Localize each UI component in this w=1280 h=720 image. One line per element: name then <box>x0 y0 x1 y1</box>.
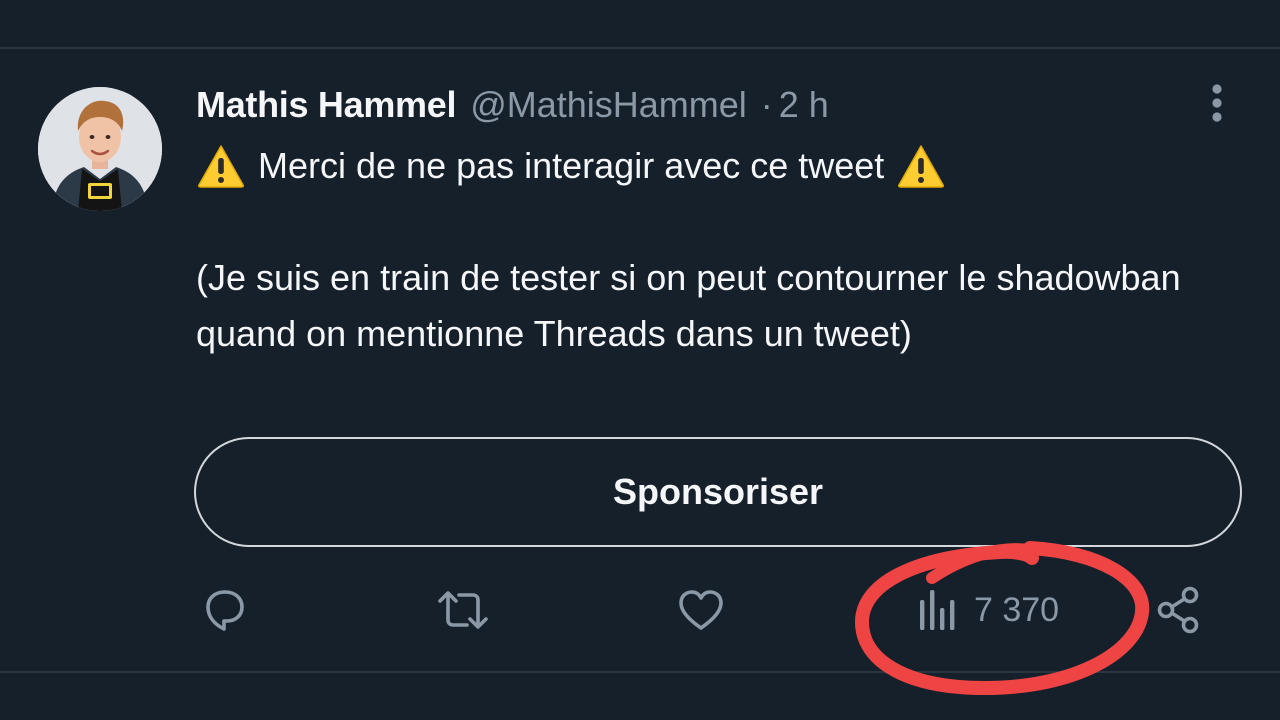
sponsor-button[interactable]: Sponsoriser <box>194 437 1242 547</box>
bottom-divider <box>0 671 1280 673</box>
tweet-actions-bar: 7 370 <box>0 582 1280 642</box>
author-name[interactable]: Mathis Hammel <box>196 84 456 126</box>
reply-button[interactable] <box>200 582 250 638</box>
warning-sign-icon <box>898 145 945 188</box>
views-count: 7 370 <box>974 590 1060 629</box>
tweet-body-text: (Je suis en train de tester si on peut c… <box>196 257 1181 354</box>
warning-sign-icon <box>198 145 244 188</box>
author-handle[interactable]: @MathisHammel <box>470 84 747 126</box>
heart-icon <box>679 590 723 630</box>
retweet-button[interactable] <box>435 582 491 638</box>
bar-chart-icon <box>920 590 955 630</box>
top-divider <box>0 47 1280 49</box>
reply-icon <box>206 590 244 631</box>
tweet-header: Mathis Hammel @MathisHammel · 2 h <box>196 84 829 128</box>
separator-dot: · <box>760 84 773 125</box>
like-button[interactable] <box>676 582 726 638</box>
avatar[interactable] <box>38 87 162 211</box>
post-time[interactable]: 2 h <box>779 84 829 126</box>
share-icon <box>1157 586 1199 634</box>
share-button[interactable] <box>1154 582 1202 638</box>
tweet-screen: Mathis Hammel @MathisHammel · 2 h Merci … <box>0 0 1280 720</box>
retweet-icon <box>438 591 488 629</box>
tweet-text: Merci de ne pas interagir avec ce tweet … <box>196 138 1206 362</box>
more-options-button[interactable] <box>1196 80 1238 126</box>
tweet-warning-text: Merci de ne pas interagir avec ce tweet <box>258 145 885 186</box>
profile-photo-icon <box>38 87 162 211</box>
views-button[interactable]: 7 370 <box>916 582 1059 638</box>
tweet-first-line: Merci de ne pas interagir avec ce tweet <box>196 138 1206 194</box>
more-vertical-icon <box>1212 84 1222 122</box>
